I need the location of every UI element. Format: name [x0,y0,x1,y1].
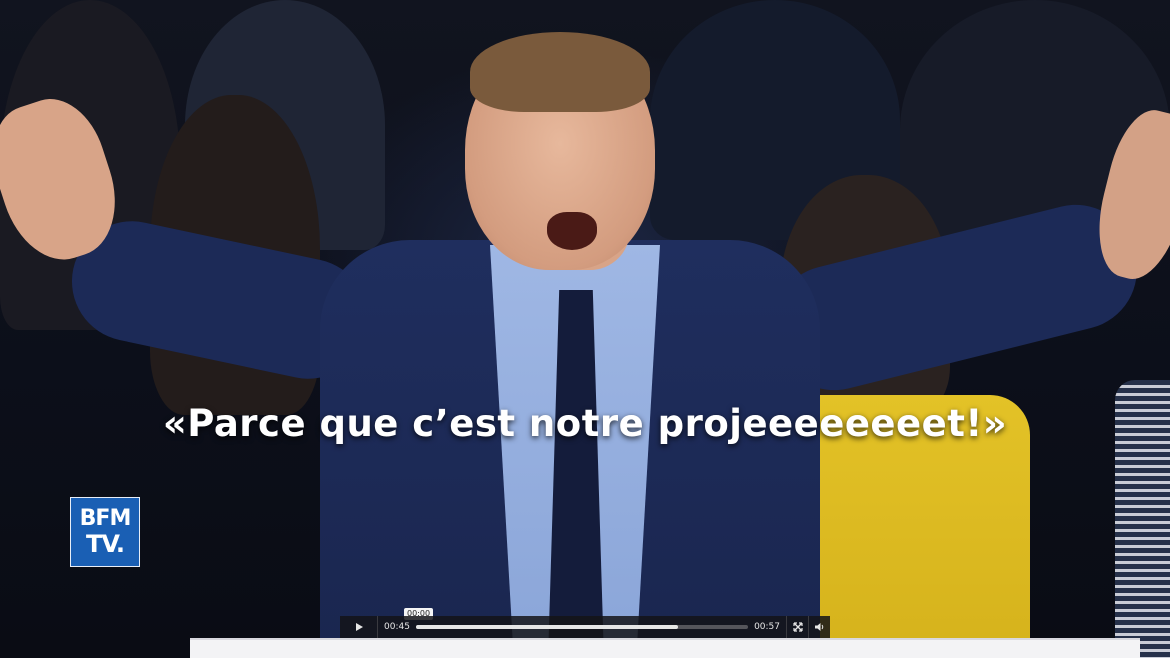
logo-line-1: BFM [79,506,132,531]
video-controls: 00:45 00:57 [340,616,830,638]
caption: «Parce que c’est notre projeeeeeeeet!» [0,402,1170,445]
volume-icon [814,622,825,632]
play-icon [354,622,364,632]
video-frame[interactable]: «Parce que c’est notre projeeeeeeeet!» B… [0,0,1170,658]
caption-text: «Parce que c’est notre projeeeeeeeet!» [162,402,1008,445]
volume-button[interactable] [808,616,830,638]
duration: 00:57 [754,622,780,632]
podium [190,638,1140,658]
fullscreen-button[interactable] [786,616,808,638]
speaker-mouth [547,212,597,250]
current-time: 00:45 [384,622,410,632]
bfmtv-logo: BFM TV. [70,497,140,567]
progress-bar[interactable] [415,625,749,629]
fullscreen-icon [792,622,803,632]
speaker-hair [470,32,650,112]
progress-fill [415,625,679,629]
play-button[interactable] [340,616,378,638]
logo-line-2: TV. [86,530,125,558]
